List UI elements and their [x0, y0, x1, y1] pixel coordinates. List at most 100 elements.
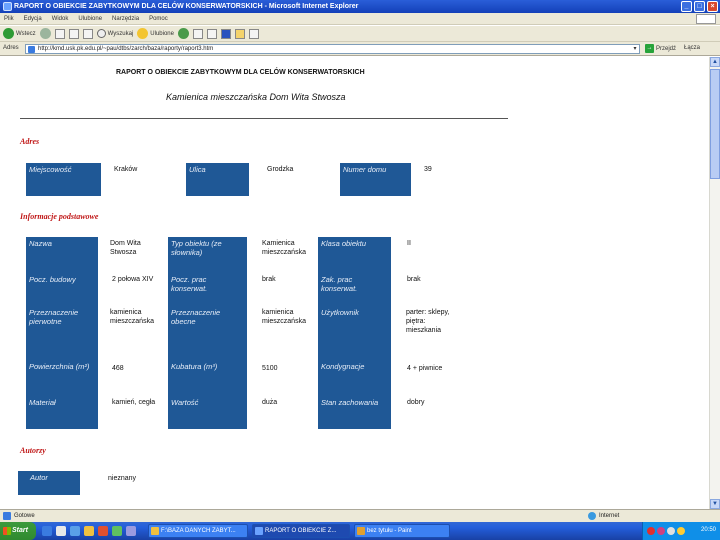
address-label: Adres	[3, 45, 19, 51]
label-material: Materiał	[26, 396, 98, 429]
media-quicklaunch-icon[interactable]	[98, 526, 108, 536]
value-original-purpose: kamienica mieszczańska	[110, 309, 154, 325]
label-object-class: Klasa obiektu	[318, 237, 391, 273]
search-button[interactable]: Wyszukaj	[96, 29, 134, 38]
windows-flag-icon	[696, 14, 716, 24]
label-current-purpose: Przeznaczenie obecne	[168, 306, 247, 360]
value-storeys: 4 + piwnice	[407, 365, 443, 372]
task-paint[interactable]: bez tytułu - Paint	[354, 524, 450, 538]
label-volume: Kubatura (m³)	[168, 360, 247, 396]
security-zone: Internet	[588, 512, 619, 520]
mail-quicklaunch-icon[interactable]	[56, 526, 66, 536]
browser-window: RAPORT O OBIEKCIE ZABYTKOWYM DLA CELÓW K…	[0, 0, 720, 540]
back-button[interactable]: Wstecz	[3, 28, 36, 39]
back-label: Wstecz	[16, 30, 36, 37]
scroll-thumb[interactable]	[710, 69, 720, 179]
value-street: Grodzka	[267, 166, 294, 173]
paint-icon	[357, 527, 365, 535]
value-author: nieznany	[108, 475, 137, 482]
status-bar: Gotowe Internet	[0, 509, 720, 522]
task-ie[interactable]: RAPORT O OBIEKCIE Z...	[252, 524, 350, 538]
folder-quicklaunch-icon[interactable]	[84, 526, 94, 536]
start-button[interactable]: Start	[0, 522, 36, 540]
menu-file[interactable]: Plik	[4, 16, 14, 22]
window-title: RAPORT O OBIEKCIE ZABYTKOWYM DLA CELÓW K…	[14, 3, 359, 10]
label-area: Powierzchnia (m²)	[26, 360, 98, 396]
label-conservation-start: Pocz. prac konserwat.	[168, 273, 247, 306]
scroll-up-icon[interactable]: ▲	[710, 57, 720, 67]
search-icon	[96, 29, 106, 38]
tray-icon-1[interactable]	[647, 527, 655, 535]
section-authors: Autorzy	[20, 446, 46, 455]
task-explorer[interactable]: F:\BAZA DANYCH ZABYT...	[148, 524, 248, 538]
close-button[interactable]: ×	[707, 1, 718, 12]
ie-icon	[3, 2, 12, 11]
tray-icon-2[interactable]	[657, 527, 665, 535]
windows-logo-icon	[3, 527, 11, 535]
value-construction-start: 2 połowa XIV	[112, 276, 154, 283]
minimize-button[interactable]: _	[681, 1, 692, 12]
back-arrow-icon	[3, 28, 14, 39]
favorites-label: Ulubione	[150, 30, 174, 37]
value-object-class: II	[407, 240, 411, 247]
value-object-type: Kamienica mieszczańska	[262, 240, 306, 256]
menu-help[interactable]: Pomoc	[149, 16, 168, 22]
task-explorer-label: F:\BAZA DANYCH ZABYT...	[161, 528, 236, 534]
menu-bar: Plik Edycja Widok Ulubione Narzędzia Pom…	[0, 13, 720, 25]
forward-button[interactable]	[39, 28, 51, 39]
label-conservation-end: Zak. prac konserwat.	[318, 273, 391, 306]
menu-tools[interactable]: Narzędzia	[112, 16, 139, 22]
label-city: Miejscowość	[26, 163, 101, 196]
address-bar: Adres http://kmd.usk.pk.edu.pl/~pau/dtbs…	[0, 42, 720, 56]
search-label: Wyszukaj	[107, 30, 134, 37]
links-label[interactable]: Łącza	[684, 45, 700, 51]
maximize-button[interactable]: □	[694, 1, 705, 12]
messenger-icon[interactable]	[248, 28, 259, 39]
tray-icon-4[interactable]	[677, 527, 685, 535]
report-title: RAPORT O OBIEKCIE ZABYTKOWYM DLA CELÓW K…	[116, 69, 365, 76]
favorites-button[interactable]: Ulubione	[137, 28, 174, 39]
print-icon[interactable]	[206, 28, 217, 39]
menu-favorites[interactable]: Ulubione	[78, 16, 102, 22]
label-user: Użytkownik	[318, 306, 391, 360]
value-area: 468	[112, 365, 124, 372]
value-volume: 5100	[262, 365, 278, 372]
menu-view[interactable]: Widok	[52, 16, 69, 22]
start-label: Start	[12, 527, 28, 534]
divider	[20, 118, 508, 119]
app-quicklaunch-icon[interactable]	[126, 526, 136, 536]
refresh-icon[interactable]	[68, 28, 79, 39]
value-material: kamień, cegła	[112, 399, 156, 406]
toolbar: Wstecz Wyszukaj Ulubione	[0, 26, 720, 42]
vertical-scrollbar[interactable]: ▲ ▼	[709, 57, 720, 509]
label-object-type: Typ obiektu (ze słownika)	[168, 237, 247, 273]
home-icon[interactable]	[82, 28, 93, 39]
address-input[interactable]: http://kmd.usk.pk.edu.pl/~pau/dtbs/zarch…	[25, 44, 640, 54]
task-ie-label: RAPORT O OBIEKCIE Z...	[265, 528, 337, 534]
report-subtitle: Kamienica mieszczańska Dom Wita Stwosza	[166, 92, 346, 102]
label-name: Nazwa	[26, 237, 98, 273]
messenger-quicklaunch-icon[interactable]	[112, 526, 122, 536]
scroll-down-icon[interactable]: ▼	[710, 499, 720, 509]
page-icon	[28, 46, 35, 53]
ie-quicklaunch-icon[interactable]	[42, 526, 52, 536]
status-text: Gotowe	[14, 513, 35, 519]
go-label: Przejdź	[656, 45, 677, 52]
value-conservation-start: brak	[262, 276, 276, 283]
tray-icon-3[interactable]	[667, 527, 675, 535]
folder-icon	[151, 527, 159, 535]
menu-edit[interactable]: Edycja	[24, 16, 42, 22]
chevron-down-icon[interactable]: ▾	[631, 45, 639, 53]
label-original-purpose: Przeznaczenie pierwotne	[26, 306, 98, 360]
value-name: Dom Wita Stwosza	[110, 240, 141, 256]
word-icon[interactable]	[220, 28, 231, 39]
task-paint-label: bez tytułu - Paint	[367, 528, 412, 534]
desktop-quicklaunch-icon[interactable]	[70, 526, 80, 536]
mail-icon[interactable]	[192, 28, 203, 39]
go-button[interactable]: → Przejdź	[645, 44, 676, 53]
history-icon[interactable]	[177, 28, 189, 39]
page-done-icon	[3, 512, 11, 520]
value-current-purpose: kamienica mieszczańska	[262, 309, 306, 325]
folder-icon[interactable]	[234, 28, 245, 39]
stop-icon[interactable]	[54, 28, 65, 39]
